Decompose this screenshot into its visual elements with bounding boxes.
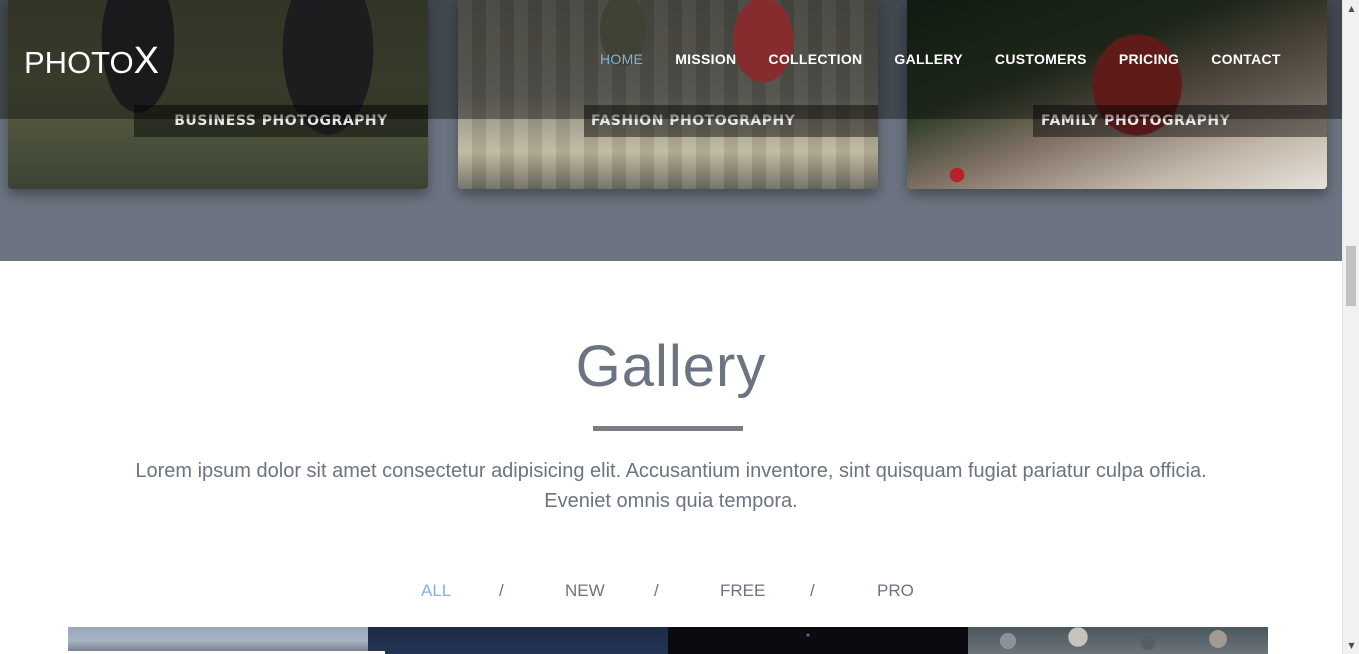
filter-separator: / — [499, 581, 504, 600]
gallery-description: Lorem ipsum dolor sit amet consectetur a… — [40, 456, 1302, 516]
nav-item-gallery[interactable]: GALLERY — [894, 50, 962, 68]
nav-item-mission[interactable]: MISSION — [675, 50, 736, 68]
filter-all[interactable]: ALL — [421, 580, 451, 602]
filter-separator: / — [654, 581, 659, 600]
gallery-thumbnail[interactable] — [68, 627, 368, 654]
gallery-thumbnail[interactable] — [368, 627, 668, 654]
filter-new[interactable]: NEW — [565, 580, 605, 602]
nav-item-customers[interactable]: CUSTOMERS — [995, 50, 1087, 68]
filter-free[interactable]: FREE — [720, 580, 765, 602]
title-underline-divider — [593, 426, 743, 431]
scrollbar-thumb[interactable] — [1346, 246, 1356, 306]
scroll-up-arrow-icon[interactable]: ▲ — [1343, 0, 1359, 17]
site-logo[interactable]: PHOTOX — [24, 40, 159, 83]
gallery-description-line1: Lorem ipsum dolor sit amet consectetur a… — [135, 460, 1207, 482]
gallery-grid — [68, 627, 1268, 654]
gallery-thumbnail[interactable] — [968, 627, 1268, 654]
nav-item-pricing[interactable]: PRICING — [1119, 50, 1179, 68]
page-scrollbar[interactable]: ▲ ▼ — [1342, 0, 1359, 654]
gallery-thumbnail[interactable] — [668, 627, 968, 654]
top-navbar: PHOTOX HOME MISSION COLLECTION GALLERY C… — [0, 0, 1342, 119]
filter-pro[interactable]: PRO — [877, 580, 914, 602]
logo-text: PHOTO — [24, 45, 134, 80]
nav-item-home[interactable]: HOME — [600, 50, 643, 68]
gallery-filters: ALL / NEW / FREE / PRO — [0, 580, 1342, 602]
nav-item-contact[interactable]: CONTACT — [1211, 50, 1281, 68]
filter-separator: / — [810, 581, 815, 600]
logo-accent: X — [133, 40, 160, 82]
main-nav: HOME MISSION COLLECTION GALLERY CUSTOMER… — [600, 50, 1281, 68]
gallery-description-line2: Eveniet omnis quia tempora. — [544, 490, 798, 512]
gallery-title: Gallery — [575, 334, 767, 399]
nav-item-collection[interactable]: COLLECTION — [768, 50, 862, 68]
scroll-down-arrow-icon[interactable]: ▼ — [1343, 637, 1359, 654]
